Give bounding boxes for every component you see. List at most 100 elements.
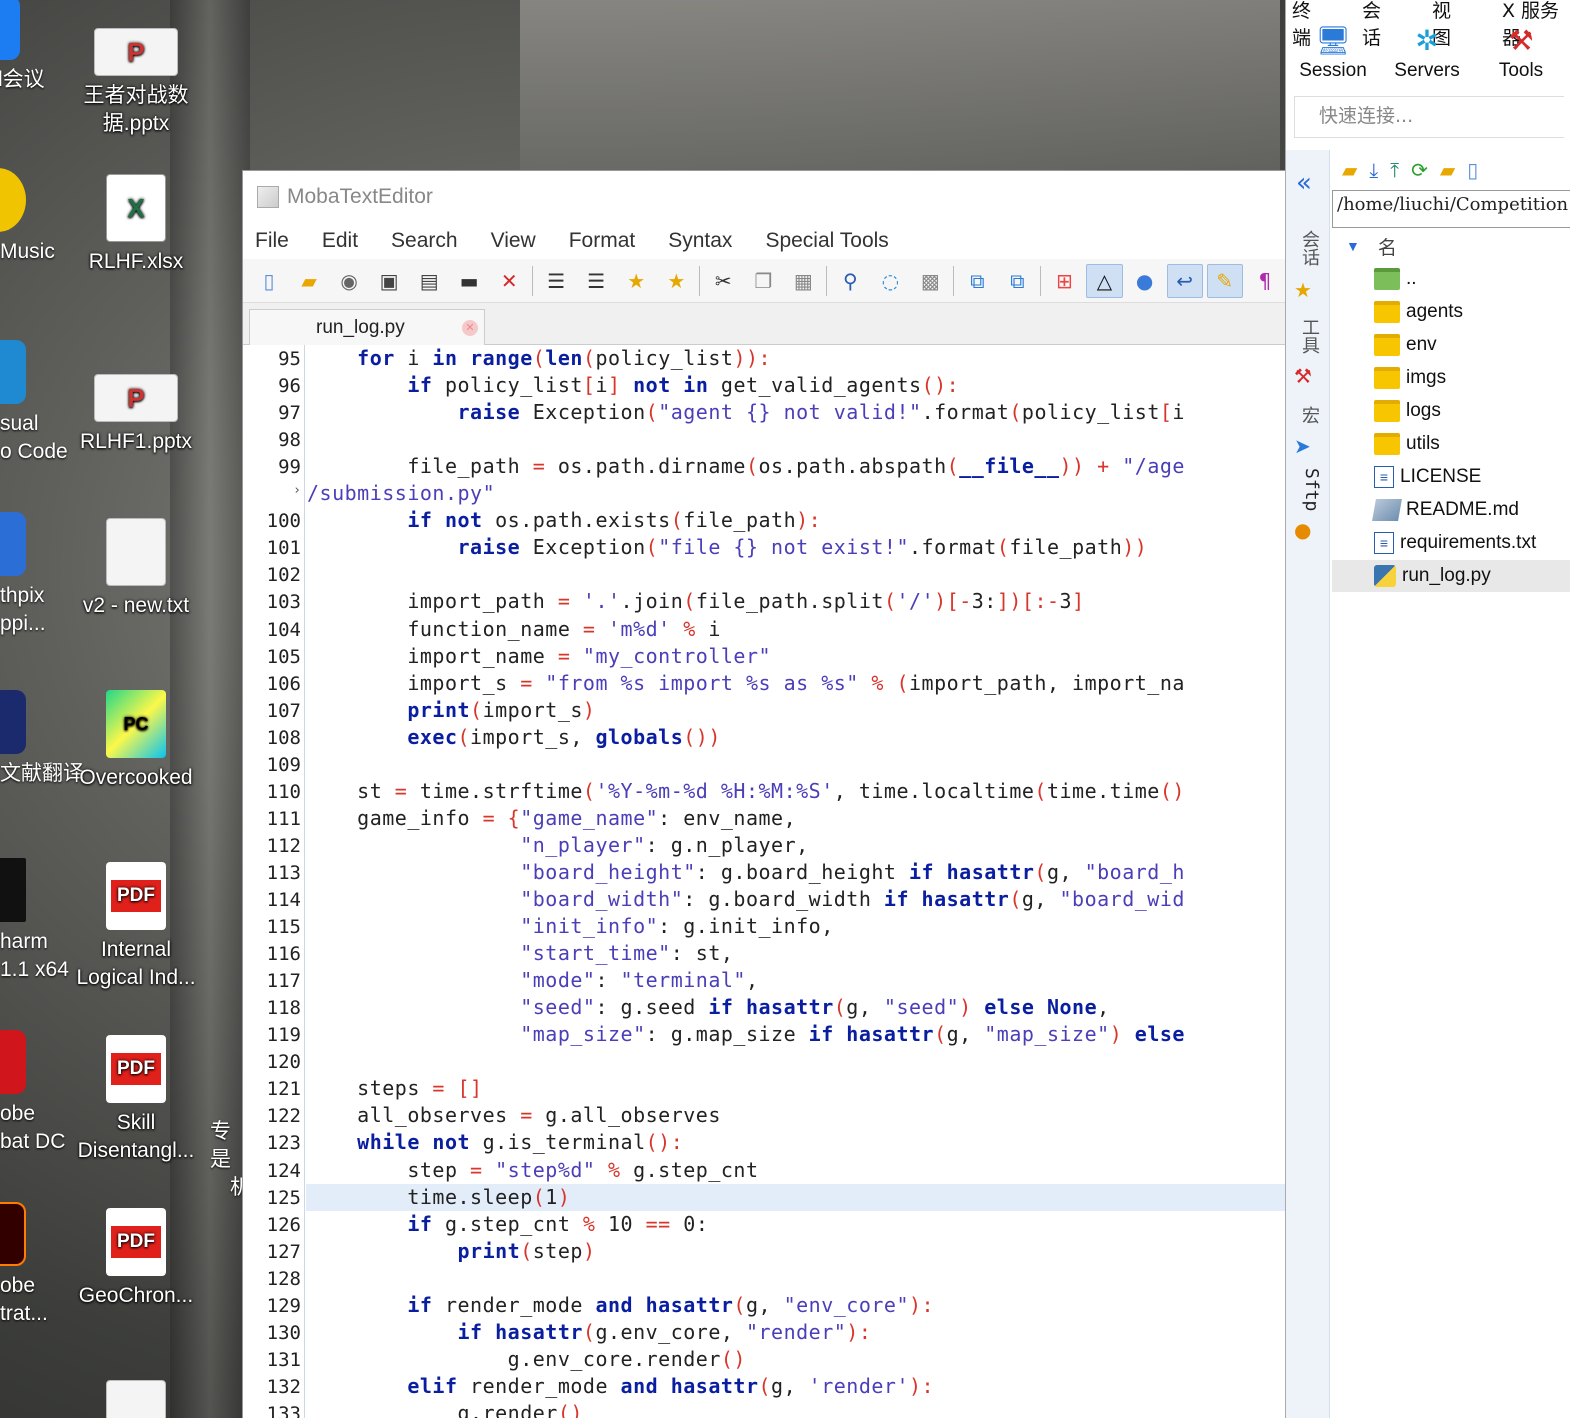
servers-button[interactable]: ✲ Servers (1380, 22, 1474, 90)
indent-icon[interactable]: ☰ (578, 264, 614, 298)
tree-file-row[interactable]: ≡ requirements.txt (1332, 527, 1570, 559)
find-replace-icon[interactable]: ◌ (872, 264, 908, 298)
code-line[interactable]: raise Exception("agent {} not valid!".fo… (307, 400, 1185, 424)
desktop-icon-xlsx[interactable]: X RLHF.xlsx (66, 174, 206, 276)
code-line[interactable]: st = time.strftime('%Y-%m-%d %H:%M:%S', … (307, 779, 1185, 803)
code-line[interactable]: print(step) (307, 1239, 596, 1263)
code-line[interactable]: import_path = '.'.join(file_path.split('… (307, 589, 1085, 613)
bookmark-next-icon[interactable]: ★ (658, 264, 694, 298)
menu-terminal[interactable]: 终端 (1292, 0, 1326, 49)
code-line[interactable]: "start_time": st, (307, 941, 733, 965)
code-line[interactable]: if g.step_cnt % 10 == 0: (307, 1212, 708, 1236)
tools-button[interactable]: ⚒ Tools (1474, 22, 1568, 90)
quick-connect-input[interactable]: 快速连接... (1294, 96, 1564, 138)
linux-eol-icon[interactable]: △ (1086, 263, 1123, 298)
code-line[interactable]: "map_size": g.map_size if hasattr(g, "ma… (307, 1022, 1185, 1046)
sftp-path-input[interactable]: /home/liuchi/Competition (1332, 190, 1570, 228)
side-tab-sftp[interactable]: Sftp (1294, 468, 1322, 511)
side-tab-macros[interactable]: 宏 (1294, 406, 1322, 424)
side-tab-tools[interactable]: 工具 (1294, 318, 1322, 354)
desktop-icon-pdf-1[interactable]: PDF Internal Logical Ind... (66, 862, 206, 992)
paste-icon[interactable]: ▦ (785, 264, 821, 298)
tree-folder-row[interactable]: .. (1332, 263, 1570, 295)
editor-titlebar[interactable]: MobaTextEditor (243, 171, 1285, 223)
print-icon[interactable]: ▬ (451, 264, 487, 298)
code-line[interactable]: g.env_core.render() (307, 1347, 746, 1371)
code-line[interactable]: import_s = "from %s import %s as %s" % (… (307, 671, 1185, 695)
copy-icon[interactable]: ❐ (745, 264, 781, 298)
upload-icon[interactable]: ⤒ (1390, 158, 1399, 182)
compare-icon[interactable]: ⧉ (959, 264, 995, 298)
code-line[interactable]: "init_info": g.init_info, (307, 914, 834, 938)
new-file-icon[interactable]: ▯ (1467, 158, 1478, 182)
side-tab-sessions[interactable]: 会话 (1294, 230, 1322, 266)
code-line[interactable]: if not os.path.exists(file_path): (307, 508, 821, 532)
highlight-icon[interactable]: ✎ (1206, 263, 1243, 298)
menu-edit[interactable]: Edit (322, 229, 358, 253)
code-line[interactable]: file_path = os.path.dirname(os.path.absp… (307, 454, 1185, 478)
new-file-icon[interactable]: ▯ (251, 264, 287, 298)
tree-folder-row[interactable]: imgs (1332, 362, 1570, 394)
menu-file[interactable]: File (255, 229, 289, 253)
code-line[interactable]: time.sleep(1) (307, 1185, 570, 1209)
code-line[interactable]: game_info = {"game_name": env_name, (307, 806, 796, 830)
code-line[interactable]: while not g.is_terminal(): (307, 1130, 683, 1154)
code-line[interactable]: import_name = "my_controller" (307, 644, 771, 668)
word-wrap-icon[interactable]: ↩ (1166, 263, 1203, 298)
code-line[interactable]: "n_player": g.n_player, (307, 833, 809, 857)
download-icon[interactable]: ⤓ (1369, 158, 1378, 182)
code-line[interactable]: if render_mode and hasattr(g, "env_core"… (307, 1293, 934, 1317)
windows-eol-icon[interactable]: ⊞ (1046, 264, 1082, 298)
code-area[interactable]: 95 96 97 98 99 › 100 101 102 103 104 105 106 107 108 10… (243, 345, 1286, 1418)
session-button[interactable]: 🖥 Session (1286, 22, 1380, 90)
open-folder-icon[interactable]: ▰ (291, 264, 327, 298)
parent-folder-icon[interactable]: ▰ (1342, 158, 1357, 182)
mobaxterm-window[interactable]: 终端 会话 视图 X 服务器 🖥 Session ✲ Servers ⚒ Too… (1285, 0, 1570, 1418)
tree-folder-row[interactable]: utils (1332, 428, 1570, 460)
code-line[interactable]: /submission.py" (307, 481, 495, 505)
code-line[interactable]: g.render() (307, 1401, 583, 1418)
menu-view[interactable]: 视图 (1432, 0, 1466, 49)
goto-line-icon[interactable]: ▩ (912, 264, 948, 298)
desktop-icon-pdf-3[interactable]: PDF GeoChron... (66, 1208, 206, 1310)
cut-icon[interactable]: ✂ (705, 264, 741, 298)
menu-search[interactable]: Search (391, 229, 458, 253)
code-line[interactable]: function_name = 'm%d' % i (307, 617, 721, 641)
tree-header[interactable]: ▼ 名 (1332, 230, 1570, 262)
menu-syntax[interactable]: Syntax (668, 229, 732, 253)
desktop-icon-pptx-2[interactable]: P RLHF1.pptx (66, 374, 206, 456)
tab-close-icon[interactable]: ✕ (462, 320, 478, 336)
menu-xserver[interactable]: X 服务器 (1502, 0, 1570, 49)
reload-icon[interactable]: ◉ (331, 264, 367, 298)
code-line[interactable]: print(import_s) (307, 698, 595, 722)
code-line[interactable]: "board_height": g.board_height if hasatt… (307, 860, 1185, 884)
mac-eol-icon[interactable]: ● (1127, 264, 1163, 298)
code-line[interactable]: elif render_mode and hasattr(g, 'render'… (307, 1374, 934, 1398)
code-line[interactable]: if hasattr(g.env_core, "render"): (307, 1320, 871, 1344)
menu-special-tools[interactable]: Special Tools (765, 229, 888, 253)
collapse-icon[interactable]: « (1296, 168, 1324, 198)
code-line[interactable]: exec(import_s, globals()) (307, 725, 721, 749)
desktop-icon-pdf-2[interactable]: PDF Skill Disentangl... (66, 1035, 206, 1165)
show-symbols-icon[interactable]: ¶ (1247, 264, 1283, 298)
code-line[interactable]: "seed": g.seed if hasattr(g, "seed") els… (307, 995, 1110, 1019)
new-folder-icon[interactable]: ▰ (1440, 158, 1455, 182)
menu-view[interactable]: View (491, 229, 536, 253)
tree-file-row[interactable]: ≡ LICENSE (1332, 461, 1570, 493)
save-icon[interactable]: ▣ (371, 264, 407, 298)
desktop-icon-pptx-1[interactable]: P 王者对战数据.pptx (66, 28, 206, 138)
tree-folder-row[interactable]: agents (1332, 296, 1570, 328)
code-line[interactable]: "board_width": g.board_width if hasattr(… (307, 887, 1185, 911)
desktop-icon-overcooked[interactable]: PC Overcooked (66, 690, 206, 792)
code-line[interactable]: steps = [] (307, 1076, 483, 1100)
save-all-icon[interactable]: ▤ (411, 264, 447, 298)
close-icon[interactable]: ✕ (491, 264, 527, 298)
tree-folder-row[interactable]: logs (1332, 395, 1570, 427)
code-line[interactable]: "mode": "terminal", (307, 968, 759, 992)
tree-file-row[interactable]: README.md (1332, 494, 1570, 526)
moba-text-editor-window[interactable]: MobaTextEditor File Edit Search View For… (242, 170, 1286, 1418)
code-line[interactable]: for i in range(len(policy_list)): (307, 346, 771, 370)
code-line[interactable]: raise Exception("file {} not exist!".for… (307, 535, 1147, 559)
desktop-icon-partial[interactable] (66, 1380, 206, 1418)
tab-run-log-py[interactable]: run_log.py ✕ (249, 309, 485, 346)
